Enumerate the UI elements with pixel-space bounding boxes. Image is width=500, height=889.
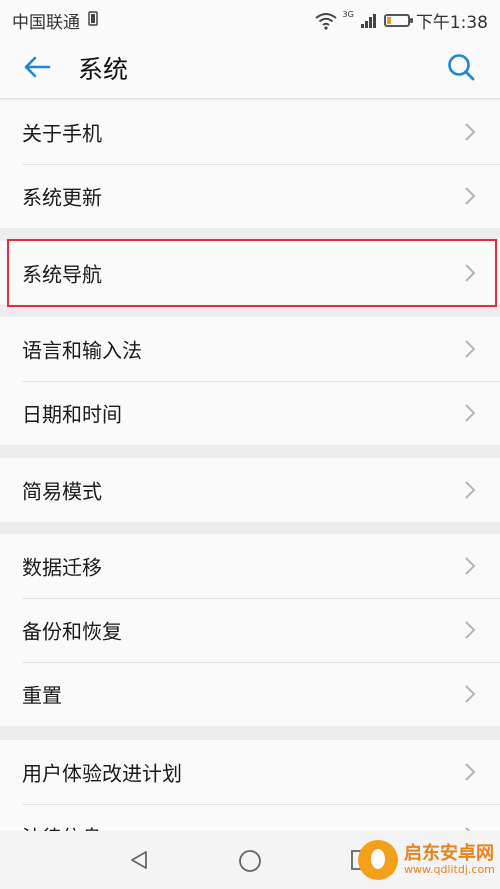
- settings-group: 用户体验改进计划 法律信息: [0, 740, 500, 831]
- chevron-right-icon: [465, 340, 476, 358]
- settings-item-user-experience[interactable]: 用户体验改进计划: [0, 740, 500, 804]
- carrier-label: 中国联通: [12, 13, 80, 33]
- chevron-right-icon: [465, 763, 476, 781]
- sim-battery-icon: [88, 11, 98, 26]
- chevron-right-icon: [465, 481, 476, 499]
- settings-item-label: 简易模式: [22, 479, 102, 504]
- settings-item-label: 日期和时间: [22, 402, 122, 427]
- watermark-title: 启东安卓网: [404, 843, 494, 865]
- settings-item-date-time[interactable]: 日期和时间: [0, 381, 500, 445]
- settings-item-label: 重置: [22, 683, 62, 708]
- status-time: 下午1:38: [415, 13, 488, 33]
- settings-item-legal-info[interactable]: 法律信息: [0, 804, 500, 831]
- settings-item-language-input[interactable]: 语言和输入法: [0, 317, 500, 381]
- settings-item-label: 系统更新: [22, 185, 102, 210]
- system-nav-bar: 启东安卓网 www.qdlitdj.com: [0, 831, 500, 889]
- status-right: 3G 下午1:38: [314, 8, 488, 33]
- settings-item-label: 法律信息: [22, 822, 102, 832]
- chevron-right-icon: [465, 557, 476, 575]
- settings-item-label: 用户体验改进计划: [22, 761, 182, 786]
- signal-icon: [360, 13, 376, 28]
- highlight-box: [7, 239, 497, 307]
- network-type: 3G: [342, 10, 354, 19]
- battery-icon: [383, 14, 413, 27]
- settings-item-label: 关于手机: [22, 121, 102, 146]
- nav-home-icon[interactable]: [238, 849, 262, 873]
- settings-group: 关于手机 系统更新: [0, 100, 500, 228]
- settings-group: 数据迁移 备份和恢复 重置: [0, 534, 500, 726]
- nav-back-icon[interactable]: [128, 849, 150, 871]
- settings-item-label: 备份和恢复: [22, 619, 122, 644]
- status-bar: 中国联通 3G 下午1:38: [0, 0, 500, 36]
- wifi-icon: [314, 12, 337, 30]
- chevron-right-icon: [465, 404, 476, 422]
- settings-item-data-migration[interactable]: 数据迁移: [0, 534, 500, 598]
- settings-group: 语言和输入法 日期和时间: [0, 317, 500, 445]
- chevron-right-icon: [465, 685, 476, 703]
- watermark-url: www.qdlitdj.com: [404, 862, 495, 876]
- settings-item-label: 数据迁移: [22, 555, 102, 580]
- settings-group: 简易模式: [0, 458, 500, 522]
- settings-item-backup-restore[interactable]: 备份和恢复: [0, 598, 500, 662]
- search-icon[interactable]: [446, 52, 476, 82]
- settings-item-reset[interactable]: 重置: [0, 662, 500, 726]
- watermark: 启东安卓网 www.qdlitdj.com: [350, 831, 500, 889]
- settings-item-label: 语言和输入法: [22, 338, 142, 363]
- page-title: 系统: [78, 55, 129, 84]
- chevron-right-icon: [465, 621, 476, 639]
- settings-item-system-update[interactable]: 系统更新: [0, 164, 500, 228]
- settings-item-about-phone[interactable]: 关于手机: [0, 100, 500, 164]
- arrow-left-icon[interactable]: [22, 52, 52, 82]
- chevron-right-icon: [465, 123, 476, 141]
- chevron-right-icon: [465, 187, 476, 205]
- settings-item-simple-mode[interactable]: 简易模式: [0, 458, 500, 522]
- watermark-logo-icon: [358, 840, 398, 880]
- app-header: 系统: [0, 36, 500, 99]
